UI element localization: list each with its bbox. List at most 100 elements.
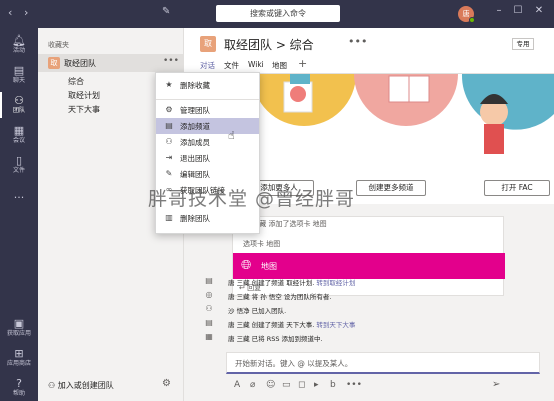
member-icon: ⚇ <box>205 304 213 313</box>
menu-item-leave-team[interactable]: ⇥ 退出团队 <box>156 150 259 166</box>
bulb-icon: ◎ <box>205 290 213 299</box>
more-options-icon[interactable]: ••• <box>346 380 362 390</box>
activity-item: ▤ 唐 三藏 创建了频道 天下大事. 转到天下大事 <box>184 318 554 331</box>
more-options-icon[interactable]: ••• <box>163 56 179 66</box>
tab-map[interactable]: 地图 <box>272 60 287 71</box>
mouse-cursor-icon: ☝ <box>228 129 235 142</box>
create-channel-button[interactable]: 创建更多频道 <box>356 180 426 196</box>
calendar-icon: ▦ <box>13 124 25 137</box>
activity-text: 唐 三藏 创建了频道 取经计划. 转到取经计划 <box>228 277 355 287</box>
favorites-title: 收藏夹 <box>48 41 69 49</box>
rail-label: 会议 <box>12 137 25 144</box>
rail-label: 应用商店 <box>6 360 31 367</box>
sticker-icon[interactable]: ◻ <box>298 380 305 390</box>
menu-item-add-channel[interactable]: ▤ 添加频道 <box>156 118 259 134</box>
bing-icon[interactable]: b <box>330 380 336 390</box>
menu-item-manage-team[interactable]: ⚙ 管理团队 <box>156 102 259 118</box>
tab-wiki[interactable]: Wiki <box>248 60 264 69</box>
maximize-icon[interactable]: ☐ <box>511 5 525 16</box>
rail-label: 文件 <box>12 167 25 174</box>
map-label: 地图 <box>261 262 277 271</box>
activity-text: 沙 悟净 已加入团队. <box>228 305 286 315</box>
compose-placeholder: 开始新对话。键入 @ 以提及某人。 <box>235 359 353 368</box>
rail-label: 活动 <box>12 47 25 54</box>
rail-item-files[interactable]: ▯ 文件 <box>0 150 38 180</box>
gear-icon[interactable]: ⚙ <box>162 378 171 389</box>
bell-icon: 🔔︎ <box>12 34 26 47</box>
meet-now-icon[interactable]: ▸ <box>314 380 319 390</box>
more-icon: ... <box>13 188 25 201</box>
format-icon[interactable]: A <box>234 380 240 390</box>
rail-label: 帮助 <box>12 390 25 397</box>
team-avatar: 取 <box>200 36 216 52</box>
activity-text: 唐 三藏 已将 RSS 添加到频道中. <box>228 333 323 343</box>
activity-item: ⚇ 沙 悟净 已加入团队. <box>184 304 554 317</box>
menu-label: 删除团队 <box>180 214 210 223</box>
leave-icon: ⇥ <box>165 153 173 162</box>
add-member-icon: ⚇ <box>165 137 173 146</box>
file-icon: ▯ <box>15 154 23 167</box>
attach-icon[interactable]: ⌀ <box>250 380 255 390</box>
rss-icon: ▦ <box>205 332 213 341</box>
activity-message: 唐 三藏 已将 RSS 添加到频道中. <box>228 335 323 343</box>
menu-label: 添加频道 <box>180 122 210 131</box>
open-faq-button[interactable]: 打开 FAC <box>484 180 550 196</box>
send-icon[interactable]: ➢ <box>492 379 500 390</box>
title-bar: ‹ › ✎ 搜索或键入命令 唐 – ☐ ✕ <box>0 0 554 28</box>
activity-item: ◎ 唐 三藏 将 孙 悟空 设为团队所有者. <box>184 290 554 303</box>
channel-item[interactable]: 天下大事 <box>68 104 100 115</box>
gear-icon: ⚙ <box>165 105 173 114</box>
chat-icon: ▤ <box>13 64 25 77</box>
apps-icon: ⊞ <box>14 347 24 360</box>
channel-icon: ▤ <box>205 318 213 327</box>
card-line: 选项卡 地图 <box>243 240 281 248</box>
team-item[interactable]: 取 取经团队 ••• <box>38 54 183 72</box>
rail-item-more[interactable]: ... <box>0 180 38 210</box>
star-icon: ★ <box>165 80 173 89</box>
team-avatar: 取 <box>48 57 60 69</box>
search-input[interactable]: 搜索或键入命令 <box>216 5 340 22</box>
rail-item-help[interactable]: ? 帮助 <box>0 373 38 401</box>
more-options-icon[interactable]: ••• <box>348 35 367 48</box>
activity-message: 沙 悟净 已加入团队. <box>228 307 287 315</box>
compose-icon[interactable]: ✎ <box>162 6 176 20</box>
gif-icon[interactable]: ▭ <box>282 380 291 390</box>
close-icon[interactable]: ✕ <box>532 5 546 16</box>
rail-label: 团队 <box>12 107 25 114</box>
forward-icon[interactable]: › <box>24 6 28 19</box>
activity-link[interactable]: 转到取经计划 <box>316 279 355 287</box>
menu-label: 退出团队 <box>180 154 210 163</box>
join-create-team-button[interactable]: ⚇ 加入或创建团队 <box>48 380 114 391</box>
rail-item-teams[interactable]: ⚇ 团队 <box>0 90 38 120</box>
menu-item-edit-team[interactable]: ✎ 编辑团队 <box>156 166 259 182</box>
activity-link[interactable]: 转到天下大事 <box>316 321 355 329</box>
tab-conversations[interactable]: 对话 <box>200 60 215 75</box>
minimize-icon[interactable]: – <box>492 5 506 16</box>
menu-label: 编辑团队 <box>180 170 210 179</box>
menu-item-delete-team[interactable]: ▥ 删除团队 <box>156 210 259 226</box>
add-team-icon: ⚇ <box>48 381 58 390</box>
menu-item-add-member[interactable]: ⚇ 添加成员 <box>156 134 259 150</box>
channel-item[interactable]: 取经计划 <box>68 90 100 101</box>
rail-item-get-apps[interactable]: ▣ 获取应用 <box>0 313 38 343</box>
rail-item-chat[interactable]: ▤ 聊天 <box>0 60 38 90</box>
private-badge: 专用 <box>512 38 534 50</box>
activity-message: 唐 三藏 创建了频道 天下大事. <box>228 321 315 329</box>
avatar[interactable]: 唐 <box>458 6 475 23</box>
activity-item: ▦ 唐 三藏 已将 RSS 添加到频道中. <box>184 332 554 345</box>
channel-icon: ▤ <box>205 276 213 285</box>
store-icon: ▣ <box>13 317 25 330</box>
menu-item-remove-favorite[interactable]: ★ 删除收藏 <box>156 77 259 93</box>
add-tab-icon[interactable]: + <box>298 57 307 70</box>
back-icon[interactable]: ‹ <box>8 6 12 19</box>
channel-item[interactable]: 综合 <box>68 76 84 87</box>
tab-files[interactable]: 文件 <box>224 60 239 71</box>
rail-label: 获取应用 <box>6 330 31 337</box>
rail-item-meetings[interactable]: ▦ 会议 <box>0 120 38 150</box>
emoji-icon[interactable]: ☺ <box>266 380 275 390</box>
rail-item-app-store[interactable]: ⊞ 应用商店 <box>0 343 38 373</box>
activity-item: ▤ 唐 三藏 创建了频道 取经计划. 转到取经计划 <box>184 276 554 289</box>
rail-item-activity[interactable]: 🔔︎ 活动 <box>0 30 38 60</box>
compose-input[interactable]: 开始新对话。键入 @ 以提及某人。 <box>226 352 540 374</box>
watermark: 胖哥技术堂 @曾经胖哥 <box>148 188 356 210</box>
